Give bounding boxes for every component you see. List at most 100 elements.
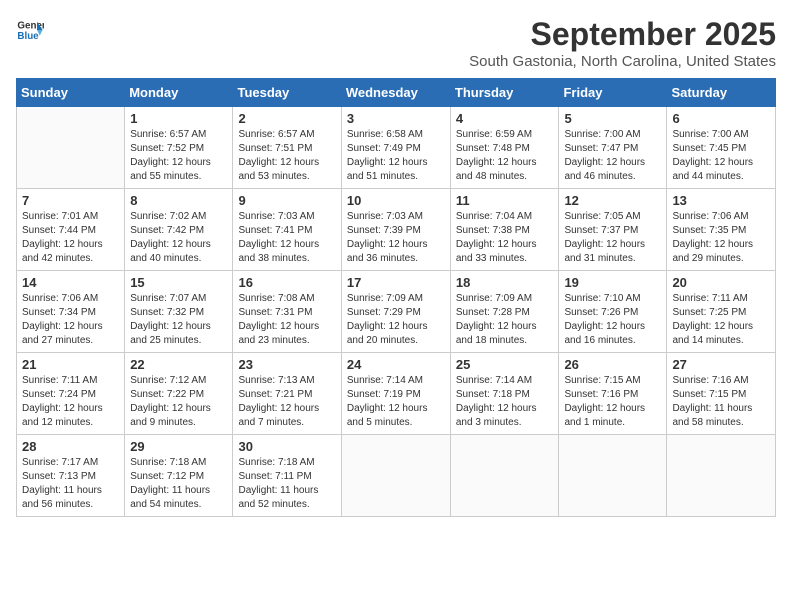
day-info: Sunrise: 7:10 AM Sunset: 7:26 PM Dayligh… bbox=[564, 292, 661, 348]
calendar-cell bbox=[17, 107, 125, 189]
day-info: Sunrise: 7:07 AM Sunset: 7:32 PM Dayligh… bbox=[130, 292, 227, 348]
logo: General Blue bbox=[16, 16, 44, 44]
day-info: Sunrise: 7:12 AM Sunset: 7:22 PM Dayligh… bbox=[130, 374, 227, 430]
calendar-week-2: 7 Sunrise: 7:01 AM Sunset: 7:44 PM Daylig… bbox=[17, 189, 776, 271]
location-title: South Gastonia, North Carolina, United S… bbox=[469, 53, 776, 70]
day-number: 14 bbox=[22, 275, 119, 290]
svg-text:Blue: Blue bbox=[17, 31, 39, 42]
calendar-cell: 30 Sunrise: 7:18 AM Sunset: 7:11 PM Dayli… bbox=[233, 435, 341, 517]
day-number: 17 bbox=[347, 275, 445, 290]
day-info: Sunrise: 7:00 AM Sunset: 7:47 PM Dayligh… bbox=[564, 128, 661, 184]
calendar-cell: 16 Sunrise: 7:08 AM Sunset: 7:31 PM Dayli… bbox=[233, 271, 341, 353]
day-number: 12 bbox=[564, 193, 661, 208]
day-number: 19 bbox=[564, 275, 661, 290]
day-number: 10 bbox=[347, 193, 445, 208]
calendar-cell: 17 Sunrise: 7:09 AM Sunset: 7:29 PM Dayli… bbox=[341, 271, 450, 353]
logo-icon: General Blue bbox=[16, 16, 44, 44]
calendar-cell: 24 Sunrise: 7:14 AM Sunset: 7:19 PM Dayli… bbox=[341, 353, 450, 435]
day-number: 7 bbox=[22, 193, 119, 208]
header-cell-monday: Monday bbox=[125, 79, 233, 107]
day-number: 18 bbox=[456, 275, 554, 290]
header-cell-tuesday: Tuesday bbox=[233, 79, 341, 107]
day-info: Sunrise: 7:00 AM Sunset: 7:45 PM Dayligh… bbox=[672, 128, 770, 184]
header-cell-thursday: Thursday bbox=[450, 79, 559, 107]
calendar-cell: 26Sunrise: 7:15 AM Sunset: 7:16 PM Dayli… bbox=[559, 353, 667, 435]
day-info: Sunrise: 7:11 AM Sunset: 7:25 PM Dayligh… bbox=[672, 292, 770, 348]
calendar-cell: 20 Sunrise: 7:11 AM Sunset: 7:25 PM Dayli… bbox=[667, 271, 776, 353]
calendar-week-5: 28Sunrise: 7:17 AM Sunset: 7:13 PM Dayli… bbox=[17, 435, 776, 517]
day-info: Sunrise: 7:09 AM Sunset: 7:29 PM Dayligh… bbox=[347, 292, 445, 348]
title-area: September 2025 South Gastonia, North Car… bbox=[469, 16, 776, 70]
calendar-cell: 6 Sunrise: 7:00 AM Sunset: 7:45 PM Daylig… bbox=[667, 107, 776, 189]
day-number: 16 bbox=[238, 275, 335, 290]
day-number: 25 bbox=[456, 357, 554, 372]
day-info: Sunrise: 7:01 AM Sunset: 7:44 PM Dayligh… bbox=[22, 210, 119, 266]
day-info: Sunrise: 7:18 AM Sunset: 7:11 PM Dayligh… bbox=[238, 456, 335, 512]
calendar-cell: 9Sunrise: 7:03 AM Sunset: 7:41 PM Daylig… bbox=[233, 189, 341, 271]
calendar-cell: 11 Sunrise: 7:04 AM Sunset: 7:38 PM Dayli… bbox=[450, 189, 559, 271]
day-info: Sunrise: 7:06 AM Sunset: 7:34 PM Dayligh… bbox=[22, 292, 119, 348]
day-number: 6 bbox=[672, 111, 770, 126]
calendar-cell bbox=[559, 435, 667, 517]
day-number: 28 bbox=[22, 439, 119, 454]
day-info: Sunrise: 7:04 AM Sunset: 7:38 PM Dayligh… bbox=[456, 210, 554, 266]
day-info: Sunrise: 7:18 AM Sunset: 7:12 PM Dayligh… bbox=[130, 456, 227, 512]
calendar-cell: 18Sunrise: 7:09 AM Sunset: 7:28 PM Dayli… bbox=[450, 271, 559, 353]
day-info: Sunrise: 7:03 AM Sunset: 7:41 PM Dayligh… bbox=[238, 210, 335, 266]
calendar-cell: 19 Sunrise: 7:10 AM Sunset: 7:26 PM Dayli… bbox=[559, 271, 667, 353]
calendar-week-4: 21 Sunrise: 7:11 AM Sunset: 7:24 PM Dayli… bbox=[17, 353, 776, 435]
calendar-header-row: SundayMondayTuesdayWednesdayThursdayFrid… bbox=[17, 79, 776, 107]
calendar-cell: 21 Sunrise: 7:11 AM Sunset: 7:24 PM Dayli… bbox=[17, 353, 125, 435]
calendar-cell: 10 Sunrise: 7:03 AM Sunset: 7:39 PM Dayli… bbox=[341, 189, 450, 271]
calendar-cell: 3 Sunrise: 6:58 AM Sunset: 7:49 PM Daylig… bbox=[341, 107, 450, 189]
day-number: 23 bbox=[238, 357, 335, 372]
day-info: Sunrise: 6:57 AM Sunset: 7:52 PM Dayligh… bbox=[130, 128, 227, 184]
calendar-cell: 15 Sunrise: 7:07 AM Sunset: 7:32 PM Dayli… bbox=[125, 271, 233, 353]
calendar-cell: 4Sunrise: 6:59 AM Sunset: 7:48 PM Daylig… bbox=[450, 107, 559, 189]
day-info: Sunrise: 7:03 AM Sunset: 7:39 PM Dayligh… bbox=[347, 210, 445, 266]
day-number: 26 bbox=[564, 357, 661, 372]
day-number: 15 bbox=[130, 275, 227, 290]
calendar-table: SundayMondayTuesdayWednesdayThursdayFrid… bbox=[16, 78, 776, 517]
day-number: 21 bbox=[22, 357, 119, 372]
day-info: Sunrise: 7:13 AM Sunset: 7:21 PM Dayligh… bbox=[238, 374, 335, 430]
calendar-cell: 8Sunrise: 7:02 AM Sunset: 7:42 PM Daylig… bbox=[125, 189, 233, 271]
calendar-cell: 27Sunrise: 7:16 AM Sunset: 7:15 PM Dayli… bbox=[667, 353, 776, 435]
calendar-cell bbox=[341, 435, 450, 517]
day-number: 5 bbox=[564, 111, 661, 126]
day-info: Sunrise: 7:06 AM Sunset: 7:35 PM Dayligh… bbox=[672, 210, 770, 266]
day-info: Sunrise: 7:08 AM Sunset: 7:31 PM Dayligh… bbox=[238, 292, 335, 348]
header-cell-friday: Friday bbox=[559, 79, 667, 107]
header-cell-sunday: Sunday bbox=[17, 79, 125, 107]
day-info: Sunrise: 7:11 AM Sunset: 7:24 PM Dayligh… bbox=[22, 374, 119, 430]
header-cell-saturday: Saturday bbox=[667, 79, 776, 107]
calendar-cell: 23 Sunrise: 7:13 AM Sunset: 7:21 PM Dayli… bbox=[233, 353, 341, 435]
day-number: 3 bbox=[347, 111, 445, 126]
calendar-cell bbox=[667, 435, 776, 517]
calendar-week-3: 14 Sunrise: 7:06 AM Sunset: 7:34 PM Dayli… bbox=[17, 271, 776, 353]
day-number: 29 bbox=[130, 439, 227, 454]
day-number: 4 bbox=[456, 111, 554, 126]
calendar-week-1: 1 Sunrise: 6:57 AM Sunset: 7:52 PM Daylig… bbox=[17, 107, 776, 189]
day-number: 11 bbox=[456, 193, 554, 208]
day-number: 24 bbox=[347, 357, 445, 372]
calendar-cell: 22 Sunrise: 7:12 AM Sunset: 7:22 PM Dayli… bbox=[125, 353, 233, 435]
calendar-cell: 12Sunrise: 7:05 AM Sunset: 7:37 PM Dayli… bbox=[559, 189, 667, 271]
calendar-cell: 14 Sunrise: 7:06 AM Sunset: 7:34 PM Dayli… bbox=[17, 271, 125, 353]
day-info: Sunrise: 7:14 AM Sunset: 7:18 PM Dayligh… bbox=[456, 374, 554, 430]
calendar-cell: 5 Sunrise: 7:00 AM Sunset: 7:47 PM Daylig… bbox=[559, 107, 667, 189]
day-number: 30 bbox=[238, 439, 335, 454]
day-info: Sunrise: 6:58 AM Sunset: 7:49 PM Dayligh… bbox=[347, 128, 445, 184]
calendar-cell: 7 Sunrise: 7:01 AM Sunset: 7:44 PM Daylig… bbox=[17, 189, 125, 271]
day-number: 1 bbox=[130, 111, 227, 126]
day-number: 22 bbox=[130, 357, 227, 372]
calendar-cell: 29 Sunrise: 7:18 AM Sunset: 7:12 PM Dayli… bbox=[125, 435, 233, 517]
day-number: 27 bbox=[672, 357, 770, 372]
calendar-cell: 2Sunrise: 6:57 AM Sunset: 7:51 PM Daylig… bbox=[233, 107, 341, 189]
day-info: Sunrise: 6:57 AM Sunset: 7:51 PM Dayligh… bbox=[238, 128, 335, 184]
calendar-cell: 25 Sunrise: 7:14 AM Sunset: 7:18 PM Dayli… bbox=[450, 353, 559, 435]
day-info: Sunrise: 7:14 AM Sunset: 7:19 PM Dayligh… bbox=[347, 374, 445, 430]
day-number: 20 bbox=[672, 275, 770, 290]
day-number: 8 bbox=[130, 193, 227, 208]
calendar-cell: 13Sunrise: 7:06 AM Sunset: 7:35 PM Dayli… bbox=[667, 189, 776, 271]
